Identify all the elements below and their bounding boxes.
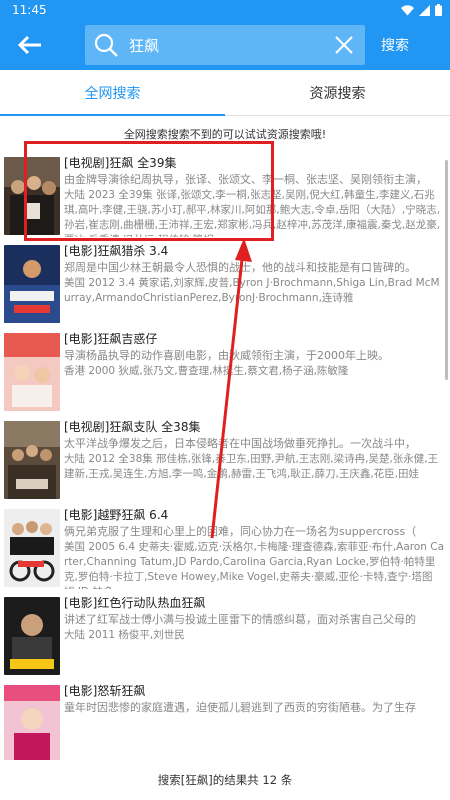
poster-image bbox=[4, 597, 60, 675]
result-meta: 香港 2000 狄威,张乃文,曹查理,林挺生,蔡文君,杨子涵,陈敏隆 bbox=[64, 365, 349, 377]
cellular-icon bbox=[419, 4, 430, 16]
back-arrow-icon bbox=[17, 35, 41, 55]
list-item[interactable]: [电影]狂飙吉惑仔 导演杨晶执导的动作喜剧电影，由狄威领衔主演，于2000年上映… bbox=[0, 328, 450, 416]
list-item[interactable]: [电视剧]狂飙支队 全38集 太平洋战争爆发之后，日本侵略者在中国战场做垂死挣扎… bbox=[0, 416, 450, 504]
result-title: [电影]越野狂飙 6.4 bbox=[64, 508, 169, 522]
result-meta: 大陆 2012 全38集 邢佳栋,张锋,秦卫东,田野,尹航,王志刚,梁诗冉,吴楚… bbox=[64, 453, 439, 480]
back-button[interactable] bbox=[8, 25, 52, 65]
search-icon bbox=[91, 30, 121, 60]
search-input[interactable] bbox=[121, 36, 329, 54]
result-info: [电视剧]狂飙 全39集 由金牌导演徐纪周执导，张译、张颂文、李一桐、张志坚、吴… bbox=[60, 155, 446, 237]
result-title: [电视剧]狂飙 全39集 bbox=[64, 156, 177, 170]
results-count: 搜索[狂飙]的结果共 12 条 bbox=[0, 760, 450, 800]
result-meta: 大陆 2011 杨俊平,刘世民 bbox=[64, 629, 185, 641]
poster-image bbox=[4, 245, 60, 323]
poster-image bbox=[4, 157, 60, 235]
close-icon bbox=[335, 36, 353, 54]
clear-search-button[interactable] bbox=[329, 30, 359, 60]
result-description: 由金牌导演徐纪周执导，张译、张颂文、李一桐、张志坚、吴刚领衔主演， bbox=[64, 173, 427, 186]
result-description: 童年时因悲惨的家庭遭遇，迫使孤儿碧逃到了西贡的穷街陋巷。为了生存 bbox=[64, 701, 416, 714]
tab-resource-search[interactable]: 资源搜索 bbox=[225, 70, 450, 115]
tab-web-search[interactable]: 全网搜索 bbox=[0, 70, 225, 116]
search-box bbox=[85, 25, 365, 65]
results-list[interactable]: [电视剧]狂飙 全39集 由金牌导演徐纪周执导，张译、张颂文、李一桐、张志坚、吴… bbox=[0, 152, 450, 760]
result-description: 导演杨晶执导的动作喜剧电影，由狄威领衔主演，于2000年上映。 bbox=[64, 349, 389, 362]
result-title: [电影]狂飙吉惑仔 bbox=[64, 332, 158, 346]
result-meta: 大陆 2023 全39集 张译,张颂文,李一桐,张志坚,吴刚,倪大红,韩童生,李… bbox=[64, 189, 441, 237]
result-info: [电影]狂飙吉惑仔 导演杨晶执导的动作喜剧电影，由狄威领衔主演，于2000年上映… bbox=[60, 331, 446, 413]
poster-image bbox=[4, 421, 60, 499]
poster-image bbox=[4, 685, 60, 760]
result-title: [电影]怒斩狂飙 bbox=[64, 684, 146, 698]
list-item[interactable]: [电影]红色行动队热血狂飙 讲述了红军战士傅小满与投诚土匪雷下的情感纠葛，面对杀… bbox=[0, 592, 450, 680]
wifi-icon bbox=[401, 4, 414, 15]
status-icons bbox=[401, 4, 442, 16]
result-info: [电影]红色行动队热血狂飙 讲述了红军战士傅小满与投诚土匪雷下的情感纠葛，面对杀… bbox=[60, 595, 446, 677]
result-meta: 美国 2005 6.4 史蒂夫·霍威,迈克·沃格尔,卡梅隆·理查德森,索菲亚·布… bbox=[64, 541, 445, 589]
list-item[interactable]: [电影]狂飙猎杀 3.4 郑周是中国少林王朝最令人恐惧的战士，他的战斗和技能是有… bbox=[0, 240, 450, 328]
search-tabs: 全网搜索 资源搜索 bbox=[0, 70, 450, 116]
result-info: [电影]狂飙猎杀 3.4 郑周是中国少林王朝最令人恐惧的战士，他的战斗和技能是有… bbox=[60, 243, 446, 325]
list-item[interactable]: [电影]怒斩狂飙 童年时因悲惨的家庭遭遇，迫使孤儿碧逃到了西贡的穷街陋巷。为了生… bbox=[0, 680, 450, 760]
search-hint: 全网搜索搜索不到的可以试试资源搜索哦! bbox=[123, 128, 327, 141]
battery-icon bbox=[435, 4, 442, 16]
app-bar: 搜索 bbox=[0, 20, 450, 70]
status-time: 11:45 bbox=[12, 3, 47, 17]
search-submit-button[interactable]: 搜索 bbox=[381, 35, 409, 55]
result-description: 太平洋战争爆发之后，日本侵略者在中国战场做垂死挣扎。一次战斗中， bbox=[64, 437, 416, 450]
poster-image bbox=[4, 333, 60, 411]
poster-image bbox=[4, 509, 60, 587]
scrollbar[interactable] bbox=[445, 160, 448, 380]
result-description: 讲述了红军战士傅小满与投诚土匪雷下的情感纠葛，面对杀害自己父母的 bbox=[64, 613, 416, 626]
status-bar: 11:45 bbox=[0, 0, 450, 20]
result-info: [电视剧]狂飙支队 全38集 太平洋战争爆发之后，日本侵略者在中国战场做垂死挣扎… bbox=[60, 419, 446, 501]
result-info: [电影]越野狂飙 6.4 俩兄弟克服了生理和心里上的困难，同心协力在一场名为su… bbox=[60, 507, 446, 589]
result-description: 俩兄弟克服了生理和心里上的困难，同心协力在一场名为suppercross（ bbox=[64, 525, 417, 538]
result-info: [电影]怒斩狂飙 童年时因悲惨的家庭遭遇，迫使孤儿碧逃到了西贡的穷街陋巷。为了生… bbox=[60, 683, 446, 760]
result-description: 郑周是中国少林王朝最令人恐惧的战士，他的战斗和技能是有口皆碑的。 bbox=[64, 261, 416, 274]
list-item[interactable]: [电视剧]狂飙 全39集 由金牌导演徐纪周执导，张译、张颂文、李一桐、张志坚、吴… bbox=[0, 152, 450, 240]
result-title: [电影]红色行动队热血狂飙 bbox=[64, 596, 206, 610]
result-meta: 美国 2012 3.4 黄家诺,刘家辉,皮普,Byron J·Brochmann… bbox=[64, 277, 440, 304]
list-item[interactable]: [电影]越野狂飙 6.4 俩兄弟克服了生理和心里上的困难，同心协力在一场名为su… bbox=[0, 504, 450, 592]
result-title: [电影]狂飙猎杀 3.4 bbox=[64, 244, 169, 258]
result-title: [电视剧]狂飙支队 全38集 bbox=[64, 420, 201, 434]
